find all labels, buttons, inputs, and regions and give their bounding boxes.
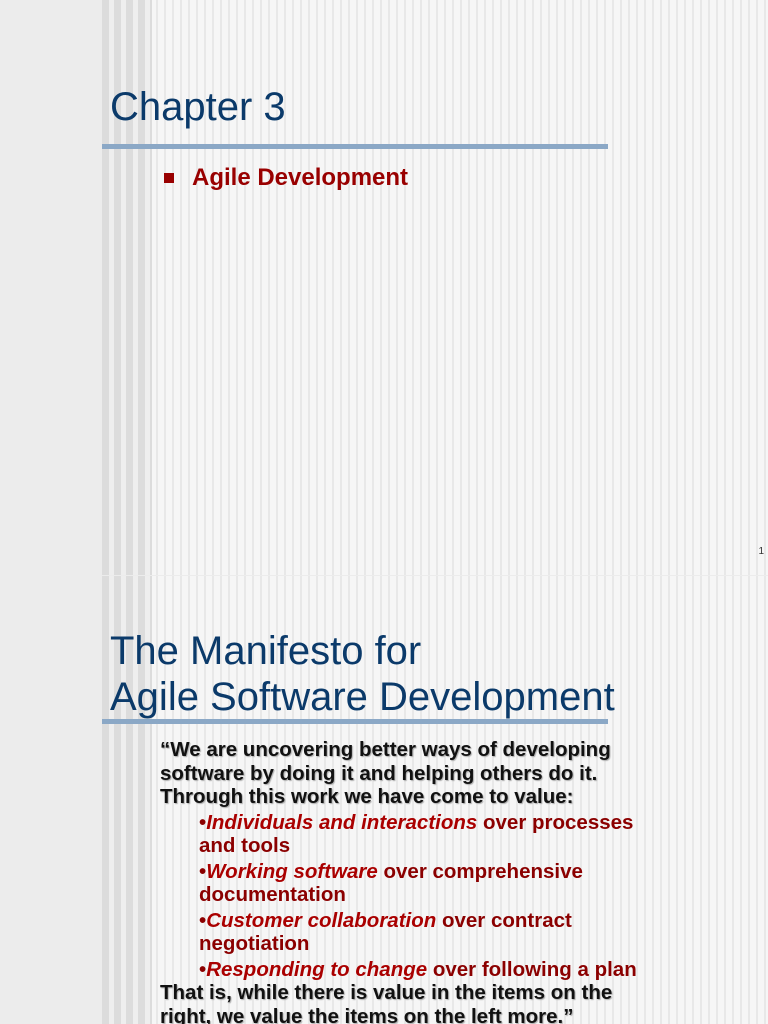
value-item: •Customer collaboration over contract ne… xyxy=(199,909,660,956)
intro-text: “We are uncovering better ways of develo… xyxy=(160,738,611,808)
slide-title: The Manifesto for Agile Software Develop… xyxy=(110,628,615,720)
title-line-1: The Manifesto for xyxy=(110,629,422,673)
slide-1: Chapter 3 Agile Development 1 xyxy=(102,0,768,575)
outro-text: That is, while there is value in the ite… xyxy=(160,981,613,1024)
title-rule xyxy=(102,719,608,724)
item-emphasis: Customer collaboration xyxy=(206,908,437,932)
page-number: 1 xyxy=(758,546,764,557)
title-rule xyxy=(102,144,608,149)
manifesto-text: “We are uncovering better ways of develo… xyxy=(160,738,660,1024)
square-bullet-icon xyxy=(164,173,174,183)
bullet-text: Agile Development xyxy=(192,164,409,191)
title-line-2: Agile Software Development xyxy=(110,675,615,719)
bullet-item: Agile Development xyxy=(164,164,408,192)
item-rest: over following a plan xyxy=(427,957,637,981)
value-item: •Working software over comprehensive doc… xyxy=(199,860,660,907)
item-emphasis: Individuals and interactions xyxy=(206,810,478,834)
value-item: •Responding to change over following a p… xyxy=(199,958,660,982)
item-emphasis: Responding to change xyxy=(206,957,428,981)
slide-2: The Manifesto for Agile Software Develop… xyxy=(102,576,768,1024)
item-emphasis: Working software xyxy=(206,859,378,883)
slide-title: Chapter 3 xyxy=(110,85,286,129)
value-item: •Individuals and interactions over proce… xyxy=(199,811,660,858)
